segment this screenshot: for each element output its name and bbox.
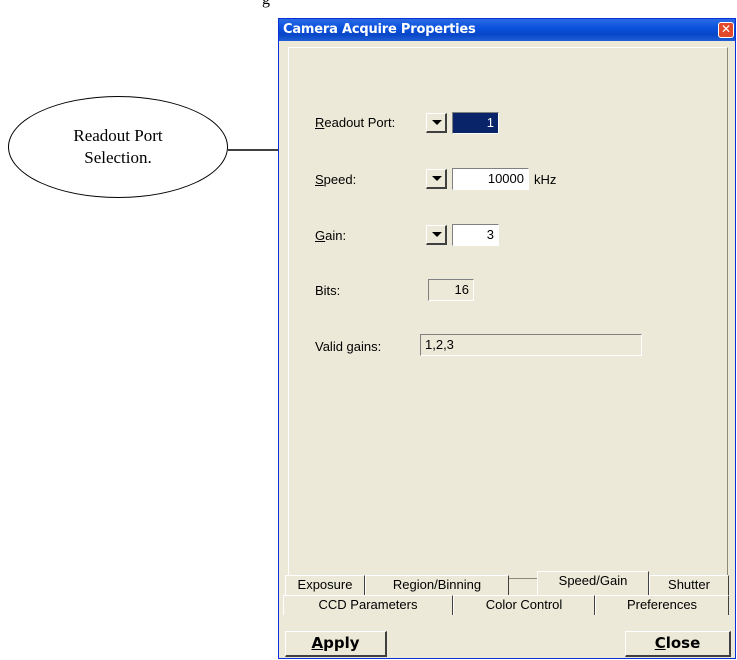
bits-label: Bits: (315, 283, 341, 298)
speed-label: Speed: (315, 172, 357, 187)
bits-field: 16 (428, 279, 474, 301)
tab-speed-gain[interactable]: Speed/Gain (537, 571, 649, 595)
close-button[interactable]: Close (625, 631, 731, 657)
speed-gain-panel: Readout Port: 1 Speed: 10000 kHz Gain: 3… (288, 47, 728, 579)
tab-exposure[interactable]: Exposure (285, 575, 365, 595)
tab-region-binning[interactable]: Region/Binning (365, 575, 509, 595)
speed-dropdown-button[interactable] (426, 169, 447, 189)
camera-acquire-properties-window: Camera Acquire Properties ✕ Readout Port… (278, 18, 736, 659)
gain-dropdown-button[interactable] (426, 225, 447, 245)
tab-ccd-parameters[interactable]: CCD Parameters (283, 595, 453, 615)
readout-port-dropdown-button[interactable] (426, 113, 447, 133)
window-title: Camera Acquire Properties (283, 22, 476, 37)
tab-color-control[interactable]: Color Control (453, 595, 595, 615)
tab-preferences[interactable]: Preferences (595, 595, 729, 615)
speed-unit-label: kHz (534, 172, 557, 187)
gain-field[interactable]: 3 (452, 224, 499, 246)
readout-port-label: Readout Port: (315, 115, 396, 130)
close-window-button[interactable]: ✕ (718, 22, 734, 38)
valid-gains-label: Valid gains: (315, 339, 382, 354)
gain-label: Gain: (315, 228, 347, 243)
speed-field[interactable]: 10000 (452, 168, 529, 190)
title-bar[interactable]: Camera Acquire Properties ✕ (279, 19, 735, 41)
apply-button[interactable]: Apply (285, 631, 387, 657)
readout-port-field[interactable]: 1 (452, 112, 499, 134)
close-icon: ✕ (720, 22, 732, 36)
valid-gains-field: 1,2,3 (420, 334, 642, 356)
tab-shutter[interactable]: Shutter (649, 575, 729, 595)
